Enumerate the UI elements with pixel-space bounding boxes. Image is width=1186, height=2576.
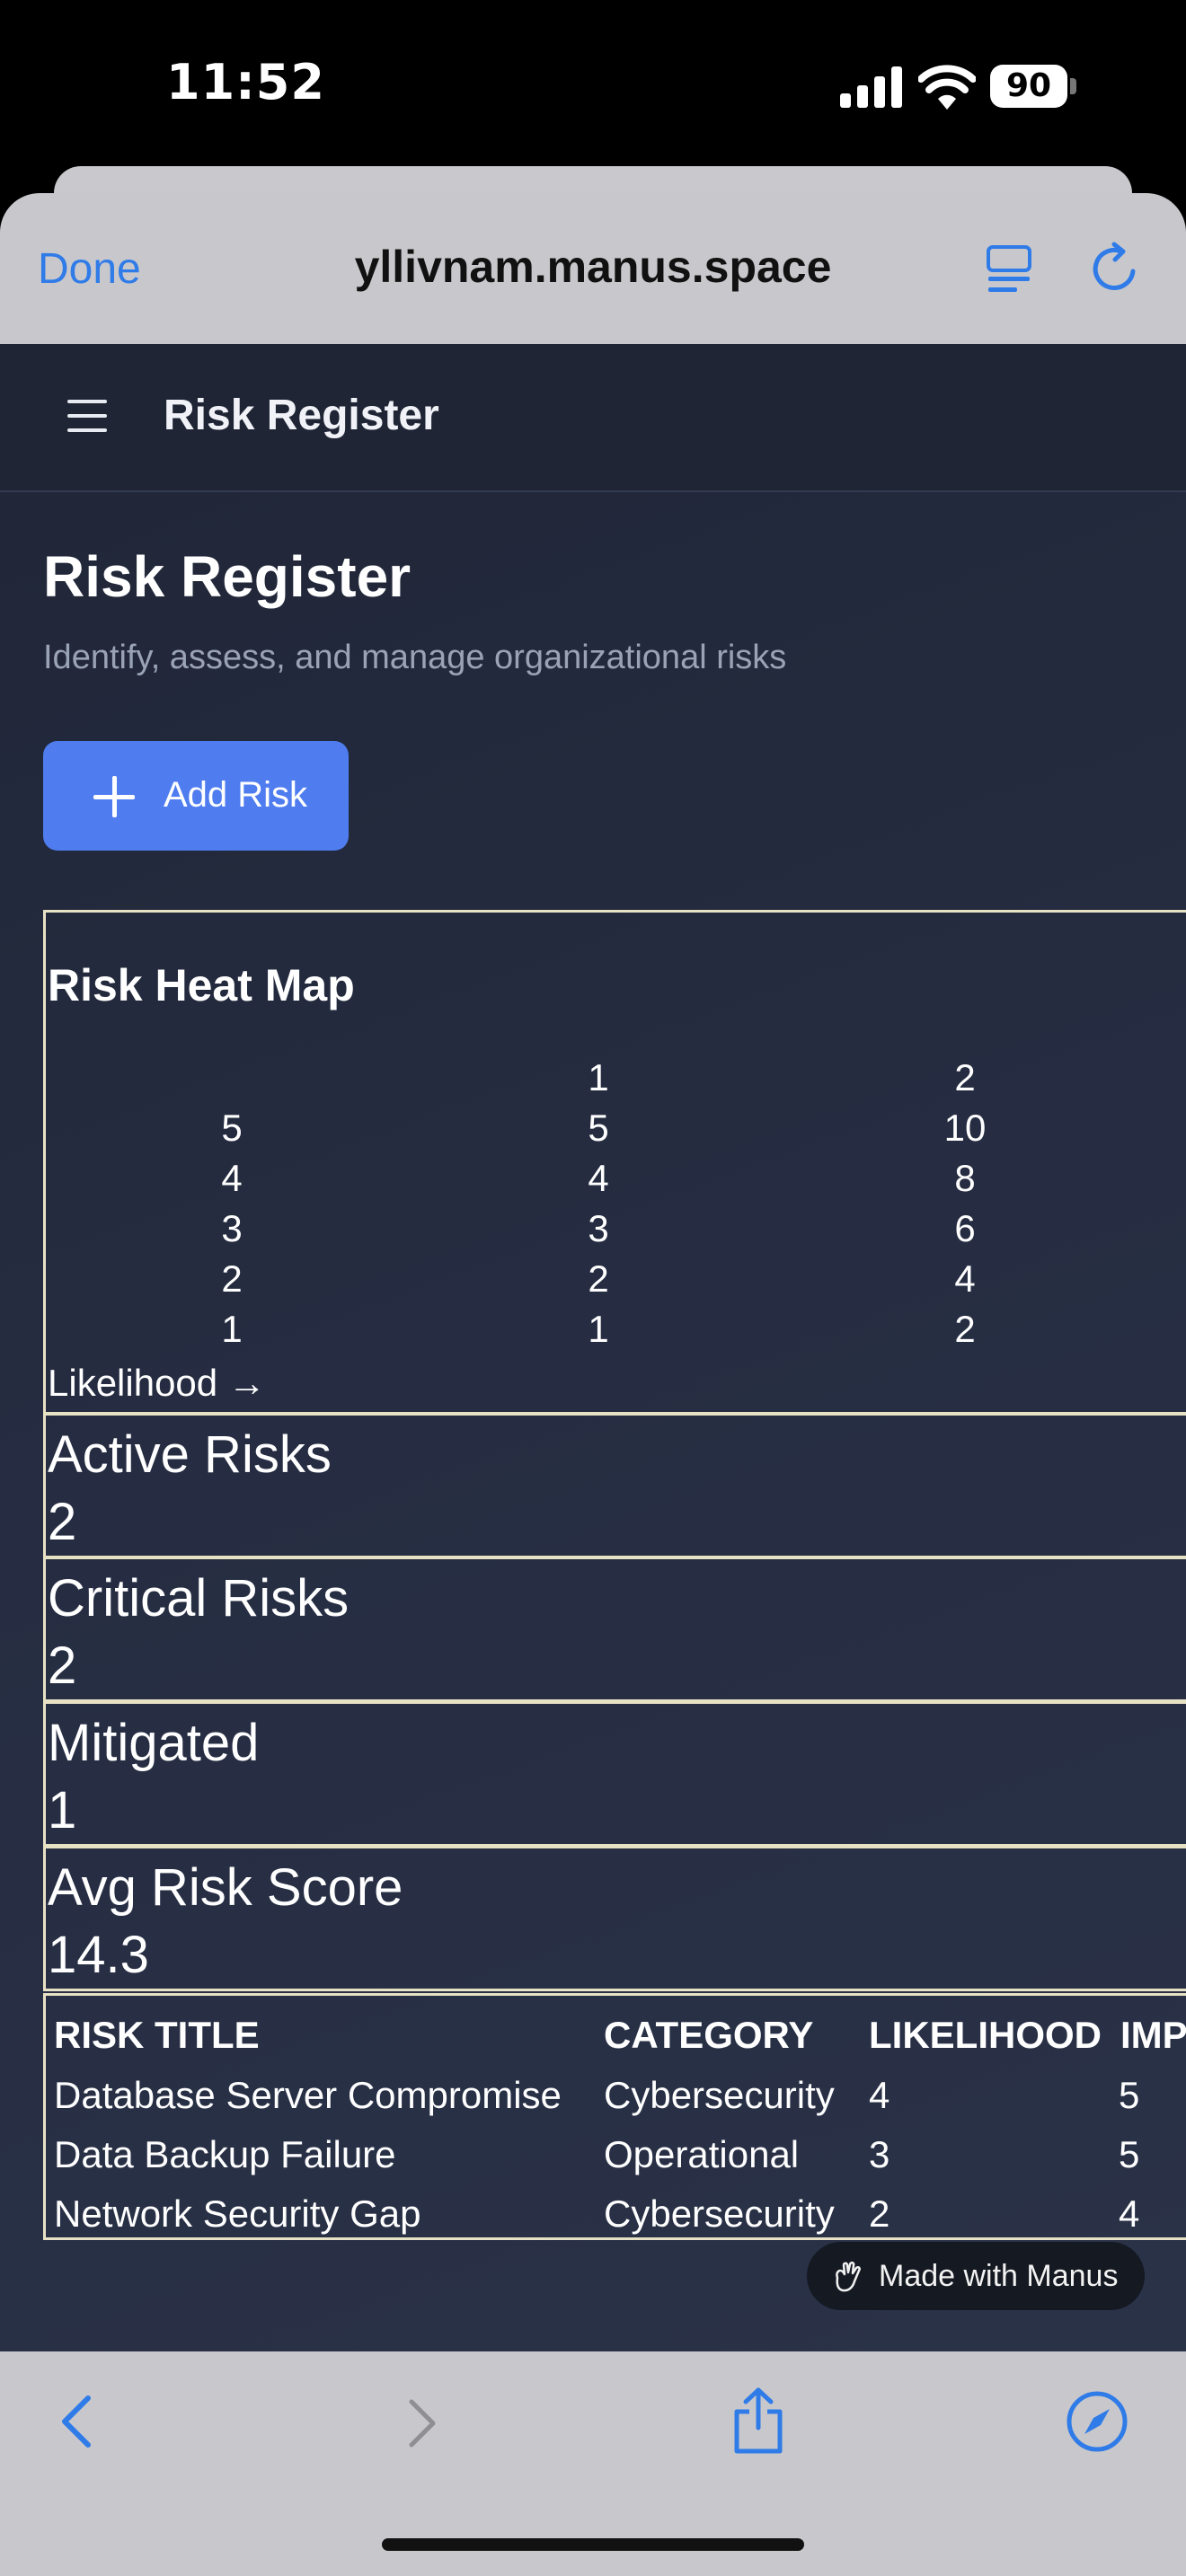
likelihood-label: 4: [221, 1157, 243, 1199]
page-title: Risk Register: [43, 544, 412, 609]
back-icon[interactable]: [59, 2395, 93, 2448]
cell-likelihood: 3: [869, 2133, 890, 2175]
cellular-signal-icon: [840, 66, 902, 108]
heat-map-cell: 2: [588, 1257, 609, 1300]
reload-icon[interactable]: [1089, 241, 1141, 295]
cell-impact: 4: [1119, 2192, 1140, 2235]
app-nav-bar: Risk Register: [0, 344, 1186, 492]
cell-category: Cybersecurity: [604, 2192, 835, 2235]
cell-risk-title[interactable]: Database Server Compromise: [54, 2074, 562, 2117]
column-header-impact[interactable]: IMP: [1120, 2014, 1186, 2057]
heat-map-cell: 4: [588, 1157, 609, 1199]
stat-label: Mitigated: [48, 1714, 260, 1772]
heat-map-cell: 4: [954, 1257, 976, 1300]
impact-header: 2: [954, 1056, 976, 1098]
risk-table: RISK TITLE CATEGORY LIKELIHOOD IMP Datab…: [43, 1993, 1186, 2240]
manus-hand-icon: [836, 2261, 861, 2292]
stat-value: 2: [48, 1493, 77, 1551]
cell-impact: 5: [1119, 2074, 1140, 2116]
cell-risk-title[interactable]: Network Security Gap: [54, 2192, 420, 2236]
column-header-risk-title[interactable]: RISK TITLE: [54, 2014, 260, 2057]
heat-map-cell: 2: [954, 1308, 976, 1350]
heat-map-cell: 8: [954, 1157, 976, 1199]
compass-icon[interactable]: [1066, 2390, 1128, 2453]
stat-value: 2: [48, 1636, 77, 1695]
impact-header: 1: [588, 1056, 609, 1098]
stat-value: 1: [48, 1781, 77, 1839]
likelihood-label: 2: [221, 1257, 243, 1300]
heat-map-title: Risk Heat Map: [48, 960, 355, 1010]
column-header-category[interactable]: CATEGORY: [604, 2014, 813, 2057]
stat-active-risks: Active Risks 2: [43, 1413, 1186, 1558]
app-content: Risk Register Risk Register Identify, as…: [0, 344, 1186, 2351]
wifi-icon: [918, 65, 976, 110]
stat-avg-risk-score: Avg Risk Score 14.3: [43, 1846, 1186, 1991]
home-indicator: [382, 2538, 804, 2551]
menu-icon[interactable]: [67, 400, 107, 432]
reader-mode-icon[interactable]: [986, 244, 1032, 295]
cell-category: Cybersecurity: [604, 2074, 835, 2116]
forward-icon[interactable]: [406, 2398, 438, 2448]
status-bar: 11:52 90: [0, 0, 1186, 171]
add-risk-label: Add Risk: [164, 775, 308, 815]
stat-label: Active Risks: [48, 1425, 332, 1484]
cell-category: Operational: [604, 2133, 800, 2175]
stat-critical-risks: Critical Risks 2: [43, 1557, 1186, 1702]
nav-title: Risk Register: [164, 392, 439, 439]
share-icon[interactable]: [730, 2386, 787, 2455]
cell-likelihood: 4: [869, 2074, 890, 2116]
cell-likelihood: 2: [869, 2192, 890, 2235]
likelihood-label: 1: [221, 1308, 243, 1350]
page-subtitle: Identify, assess, and manage organizatio…: [43, 639, 787, 676]
heat-map-cell: 6: [954, 1207, 976, 1249]
stat-label: Critical Risks: [48, 1569, 350, 1628]
heat-map-cell: 3: [588, 1207, 609, 1249]
add-risk-button[interactable]: Add Risk: [43, 741, 349, 851]
made-with-manus-badge[interactable]: Made with Manus: [807, 2242, 1145, 2310]
stat-value: 14.3: [48, 1926, 149, 1984]
status-time: 11:52: [166, 54, 325, 110]
likelihood-label: 3: [221, 1207, 243, 1249]
heat-map-cell: 10: [943, 1107, 987, 1149]
risk-heat-map: Risk Heat Map 1 2 5 5 10 4 4 8 3 3 6 2 2…: [43, 910, 1186, 1415]
heat-map-cell: 1: [588, 1308, 609, 1350]
heat-map-cell: 5: [588, 1107, 609, 1149]
plus-icon: [93, 776, 135, 817]
battery-icon: 90: [990, 65, 1076, 108]
cell-risk-title[interactable]: Data Backup Failure: [54, 2133, 396, 2176]
battery-level: 90: [990, 65, 1067, 108]
stat-label: Avg Risk Score: [48, 1858, 403, 1917]
likelihood-axis-label: Likelihood →: [48, 1362, 266, 1404]
made-with-manus-text: Made with Manus: [879, 2259, 1119, 2293]
cell-impact: 5: [1119, 2133, 1140, 2175]
column-header-likelihood[interactable]: LIKELIHOOD: [869, 2014, 1102, 2057]
likelihood-label: 5: [221, 1107, 243, 1149]
stat-mitigated: Mitigated 1: [43, 1701, 1186, 1847]
